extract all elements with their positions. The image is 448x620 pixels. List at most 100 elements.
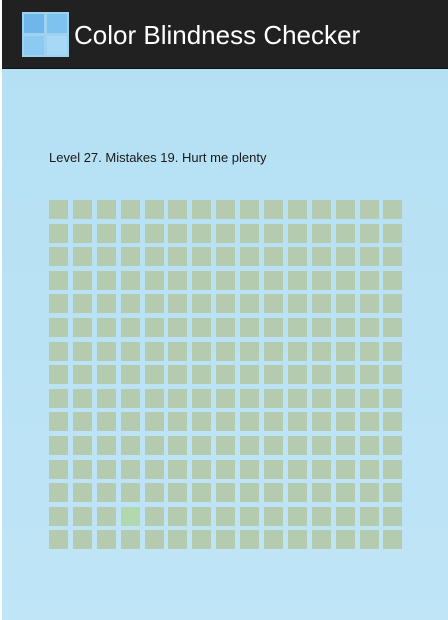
color-tile[interactable] <box>216 200 236 219</box>
color-tile[interactable] <box>311 483 331 503</box>
color-tile[interactable] <box>216 294 236 314</box>
color-tile[interactable] <box>264 483 284 503</box>
color-tile[interactable] <box>311 270 331 290</box>
color-tile[interactable] <box>383 341 403 361</box>
color-tile[interactable] <box>168 506 188 526</box>
color-tile[interactable] <box>264 223 284 243</box>
color-tile[interactable] <box>240 412 260 432</box>
color-tile[interactable] <box>383 200 403 219</box>
color-tile[interactable] <box>383 459 403 479</box>
color-tile[interactable] <box>287 341 307 361</box>
color-tile[interactable] <box>120 530 140 550</box>
color-tile[interactable] <box>72 506 92 526</box>
color-tile[interactable] <box>72 341 92 361</box>
color-tile[interactable] <box>311 365 331 385</box>
color-tile[interactable] <box>335 483 355 503</box>
color-tile[interactable] <box>144 341 164 361</box>
color-tile[interactable] <box>383 247 403 267</box>
color-tile[interactable] <box>49 388 68 408</box>
color-tile[interactable] <box>216 412 236 432</box>
color-tile[interactable] <box>335 388 355 408</box>
color-tile[interactable] <box>359 365 379 385</box>
color-tile[interactable] <box>335 530 355 550</box>
color-tile[interactable] <box>96 483 116 503</box>
color-tile[interactable] <box>264 435 284 455</box>
color-tile[interactable] <box>144 506 164 526</box>
color-tile[interactable] <box>359 294 379 314</box>
color-tile[interactable] <box>96 223 116 243</box>
color-tile[interactable] <box>49 506 68 526</box>
color-tile[interactable] <box>287 412 307 432</box>
color-tile[interactable] <box>144 483 164 503</box>
color-tile[interactable] <box>144 223 164 243</box>
color-tile[interactable] <box>240 365 260 385</box>
color-tile[interactable] <box>311 247 331 267</box>
color-tile[interactable] <box>264 247 284 267</box>
color-tile[interactable] <box>264 341 284 361</box>
color-tile[interactable] <box>120 341 140 361</box>
color-tile[interactable] <box>287 530 307 550</box>
color-tile[interactable] <box>72 365 92 385</box>
color-tile[interactable] <box>287 483 307 503</box>
color-tile[interactable] <box>335 506 355 526</box>
color-tile[interactable] <box>383 435 403 455</box>
color-tile[interactable] <box>192 388 212 408</box>
color-tile[interactable] <box>311 506 331 526</box>
color-tile[interactable] <box>311 294 331 314</box>
color-tile[interactable] <box>264 530 284 550</box>
color-tile[interactable] <box>49 412 68 432</box>
color-tile[interactable] <box>49 294 68 314</box>
color-tile[interactable] <box>49 483 68 503</box>
color-tile[interactable] <box>240 294 260 314</box>
color-tile[interactable] <box>192 483 212 503</box>
color-tile[interactable] <box>96 294 116 314</box>
color-tile[interactable] <box>287 223 307 243</box>
color-tile[interactable] <box>216 483 236 503</box>
color-tile[interactable] <box>192 459 212 479</box>
color-tile[interactable] <box>192 317 212 337</box>
color-tile[interactable] <box>216 223 236 243</box>
color-tile[interactable] <box>383 530 403 550</box>
color-tile[interactable] <box>359 270 379 290</box>
color-tile[interactable] <box>264 317 284 337</box>
color-tile[interactable] <box>168 317 188 337</box>
color-tile[interactable] <box>192 294 212 314</box>
color-tile[interactable] <box>96 365 116 385</box>
color-tile[interactable] <box>359 200 379 219</box>
color-tile[interactable] <box>72 483 92 503</box>
color-tile[interactable] <box>287 365 307 385</box>
color-tile[interactable] <box>216 388 236 408</box>
color-tile[interactable] <box>192 247 212 267</box>
color-tile[interactable] <box>240 435 260 455</box>
color-tile[interactable] <box>240 483 260 503</box>
color-tile[interactable] <box>72 247 92 267</box>
color-tile[interactable] <box>72 317 92 337</box>
color-tile[interactable] <box>72 459 92 479</box>
color-tile[interactable] <box>287 247 307 267</box>
color-tile[interactable] <box>359 341 379 361</box>
color-tile[interactable] <box>287 270 307 290</box>
color-tile[interactable] <box>168 341 188 361</box>
color-tile[interactable] <box>216 506 236 526</box>
color-tile[interactable] <box>383 294 403 314</box>
color-tile[interactable] <box>335 341 355 361</box>
color-tile[interactable] <box>287 435 307 455</box>
color-tile[interactable] <box>49 365 68 385</box>
color-tile[interactable] <box>168 270 188 290</box>
color-tile[interactable] <box>240 200 260 219</box>
color-tile[interactable] <box>49 317 68 337</box>
color-tile[interactable] <box>49 223 68 243</box>
color-tile[interactable] <box>359 223 379 243</box>
color-tile[interactable] <box>49 435 68 455</box>
color-tile[interactable] <box>72 435 92 455</box>
color-tile[interactable] <box>168 483 188 503</box>
color-tile[interactable] <box>359 435 379 455</box>
color-tile[interactable] <box>168 365 188 385</box>
color-tile[interactable] <box>96 317 116 337</box>
color-tile[interactable] <box>96 341 116 361</box>
color-tile[interactable] <box>168 200 188 219</box>
color-tile[interactable] <box>96 530 116 550</box>
color-tile[interactable] <box>120 294 140 314</box>
color-tile[interactable] <box>120 483 140 503</box>
color-tile[interactable] <box>240 341 260 361</box>
